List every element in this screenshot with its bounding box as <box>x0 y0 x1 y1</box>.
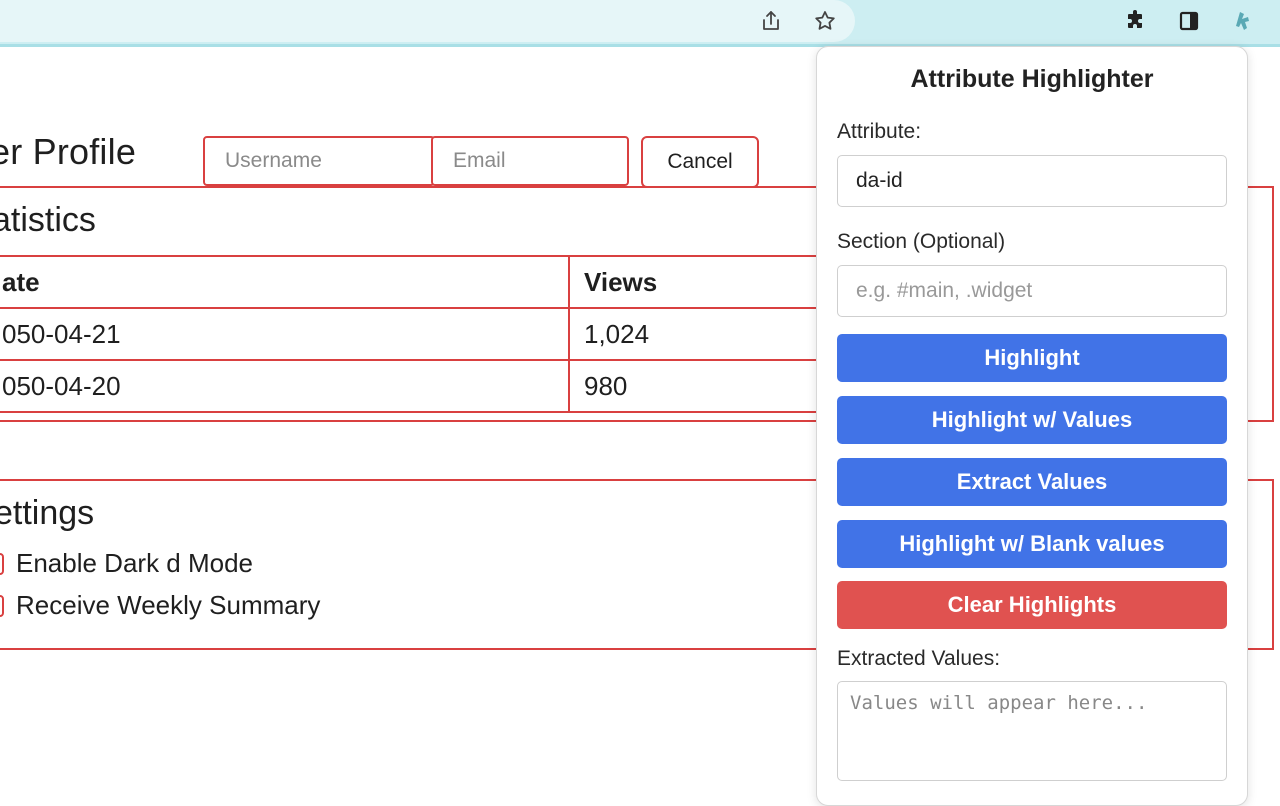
section-input[interactable] <box>837 265 1227 317</box>
setting-dark-mode[interactable]: Enable Dark d Mode <box>0 548 253 579</box>
dark-mode-checkbox[interactable] <box>0 552 4 575</box>
table-cell-date: 050-04-21 <box>0 307 570 361</box>
extract-values-button[interactable]: Extract Values <box>837 458 1227 506</box>
popup-title: Attribute Highlighter <box>910 65 1154 93</box>
extracted-values-textarea[interactable] <box>837 681 1227 781</box>
email-input[interactable] <box>431 136 629 186</box>
table-cell-date: 050-04-20 <box>0 359 570 413</box>
setting-weekly-summary[interactable]: Receive Weekly Summary <box>0 590 320 621</box>
highlight-values-button[interactable]: Highlight w/ Values <box>837 396 1227 444</box>
setting-label: Enable Dark d Mode <box>16 548 254 578</box>
extracted-values-label: Extracted Values: <box>837 647 1001 670</box>
bookmark-star-icon[interactable] <box>811 7 839 35</box>
username-input[interactable] <box>203 136 435 186</box>
highlight-blank-values-button[interactable]: Highlight w/ Blank values <box>837 520 1227 568</box>
clear-highlights-button[interactable]: Clear Highlights <box>837 581 1227 629</box>
page-title: er Profile <box>0 131 137 172</box>
highlight-button[interactable]: Highlight <box>837 334 1227 382</box>
statistics-heading: atistics <box>0 201 96 239</box>
extension-icon[interactable] <box>1231 7 1259 35</box>
attribute-label: Attribute: <box>837 120 922 143</box>
settings-heading: ettings <box>0 494 95 532</box>
address-bar[interactable] <box>0 0 855 42</box>
section-label: Section (Optional) <box>837 230 1006 253</box>
extensions-puzzle-icon[interactable] <box>1121 7 1149 35</box>
attribute-highlighter-popup: Attribute Highlighter Attribute: Section… <box>816 46 1248 806</box>
browser-toolbar <box>0 0 1280 47</box>
side-panel-icon[interactable] <box>1175 7 1203 35</box>
share-icon[interactable] <box>757 7 785 35</box>
setting-label: Receive Weekly Summary <box>16 590 321 620</box>
cancel-button[interactable]: Cancel <box>641 136 759 188</box>
column-header-date: ate <box>0 255 570 309</box>
attribute-input[interactable] <box>837 155 1227 207</box>
weekly-summary-checkbox[interactable] <box>0 594 4 617</box>
